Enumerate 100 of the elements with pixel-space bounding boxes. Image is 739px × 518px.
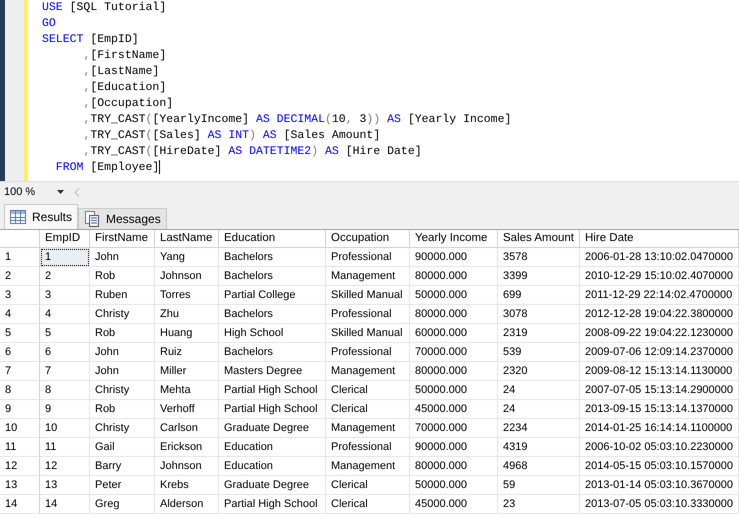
table-cell: Professional [326, 438, 410, 457]
table-cell: 60000.000 [410, 324, 498, 343]
table-cell: 9 [40, 400, 90, 419]
row-number[interactable]: 7 [0, 362, 40, 381]
table-cell: Management [326, 267, 410, 286]
table-cell: 2014-01-25 16:14:14.1100000 [580, 419, 739, 438]
table-cell: Education [219, 457, 326, 476]
table-cell: Miller [155, 362, 219, 381]
table-cell: Rob [90, 267, 155, 286]
table-cell: Rob [90, 400, 155, 419]
table-cell: 11 [40, 438, 90, 457]
row-number[interactable]: 6 [0, 343, 40, 362]
row-number[interactable]: 11 [0, 438, 40, 457]
table-cell: Erickson [155, 438, 219, 457]
table-cell: 2012-12-28 19:04:22.3800000 [580, 305, 739, 324]
table-cell: 80000.000 [410, 362, 498, 381]
code-line: SELECT [EmpID] [42, 32, 140, 48]
table-cell: 4 [40, 305, 90, 324]
row-number[interactable]: 4 [0, 305, 40, 324]
table-cell: Graduate Degree [219, 476, 326, 495]
scroll-left-icon[interactable] [74, 188, 80, 196]
table-cell: Ruben [90, 286, 155, 305]
code-line: ,[Education] [82, 80, 168, 96]
table-cell: 2008-09-22 19:04:22.1230000 [580, 324, 739, 343]
table-cell: John [90, 343, 155, 362]
table-cell: 24 [498, 400, 580, 419]
table-cell: 80000.000 [410, 305, 498, 324]
messages-tab[interactable]: Messages [78, 208, 167, 229]
column-header[interactable]: Occupation [326, 230, 410, 248]
table-cell: 90000.000 [410, 438, 498, 457]
table-cell: Partial High School [219, 400, 326, 419]
table-cell: Johnson [155, 457, 219, 476]
row-number[interactable]: 13 [0, 476, 40, 495]
row-number[interactable]: 12 [0, 457, 40, 476]
table-cell: 539 [498, 343, 580, 362]
table-cell: Mehta [155, 381, 219, 400]
column-header[interactable]: Yearly Income [410, 230, 498, 248]
table-cell: Partial High School [219, 381, 326, 400]
table-cell: 80000.000 [410, 267, 498, 286]
code-line: ,TRY_CAST([YearlyIncome] AS DECIMAL(10, 3)) AS [Yearly Income] [82, 112, 512, 128]
table-cell: Masters Degree [219, 362, 326, 381]
table-cell: 90000.000 [410, 248, 498, 267]
table-cell: 2007-07-05 15:13:14.2900000 [580, 381, 739, 400]
table-cell: 2013-07-05 05:03:10.3330000 [580, 495, 739, 514]
table-cell: Gail [90, 438, 155, 457]
table-cell: High School [219, 324, 326, 343]
table-cell: 6 [40, 343, 90, 362]
table-cell: 2013-01-14 05:03:10.3670000 [580, 476, 739, 495]
column-header[interactable]: Education [219, 230, 326, 248]
table-cell: Bachelors [219, 343, 326, 362]
table-cell: Bachelors [219, 305, 326, 324]
table-cell: 3 [40, 286, 90, 305]
code-line: ,TRY_CAST([Sales] AS INT) AS [Sales Amount] [82, 128, 382, 144]
row-number[interactable]: 5 [0, 324, 40, 343]
code-line: USE [SQL Tutorial] [42, 0, 168, 16]
table-cell: Clerical [326, 400, 410, 419]
table-cell: 7 [40, 362, 90, 381]
table-cell: 50000.000 [410, 286, 498, 305]
table-cell: Zhu [155, 305, 219, 324]
column-header[interactable]: EmpID [40, 230, 90, 248]
table-cell: 14 [40, 495, 90, 514]
table-cell: Management [326, 457, 410, 476]
table-cell: Christy [90, 419, 155, 438]
table-cell: 2319 [498, 324, 580, 343]
table-cell: 2014-05-15 05:03:10.1570000 [580, 457, 739, 476]
zoom-dropdown[interactable]: 100 % [4, 184, 68, 200]
table-cell: 50000.000 [410, 476, 498, 495]
table-cell: 2006-01-28 13:10:02.0470000 [580, 248, 739, 267]
row-number[interactable]: 10 [0, 419, 40, 438]
column-header[interactable]: LastName [155, 230, 219, 248]
code-line: FROM [Employee] [54, 160, 162, 176]
table-cell: Huang [155, 324, 219, 343]
table-cell: Clerical [326, 476, 410, 495]
table-cell: Management [326, 419, 410, 438]
table-cell: 3078 [498, 305, 580, 324]
table-cell: Verhoff [155, 400, 219, 419]
column-header[interactable]: Hire Date [580, 230, 739, 248]
row-number[interactable]: 2 [0, 267, 40, 286]
table-cell: Management [326, 362, 410, 381]
table-cell: 45000.000 [410, 400, 498, 419]
row-number[interactable]: 9 [0, 400, 40, 419]
table-cell: 2006-10-02 05:03:10.2230000 [580, 438, 739, 457]
row-number[interactable]: 1 [0, 248, 40, 267]
table-cell: 80000.000 [410, 457, 498, 476]
row-number[interactable]: 14 [0, 495, 40, 514]
row-number[interactable]: 3 [0, 286, 40, 305]
code-line: GO [42, 16, 57, 32]
code-line: ,[Occupation] [82, 96, 174, 112]
table-cell: Partial High School [219, 495, 326, 514]
row-number[interactable]: 8 [0, 381, 40, 400]
table-cell: Education [219, 438, 326, 457]
table-cell: 1 [40, 248, 90, 267]
column-header[interactable]: FirstName [90, 230, 155, 248]
column-header[interactable]: Sales Amount [498, 230, 580, 248]
results-tab[interactable]: Results [4, 204, 78, 229]
table-cell: 2011-12-29 22:14:02.4700000 [580, 286, 739, 305]
table-cell: Clerical [326, 495, 410, 514]
table-cell: Greg [90, 495, 155, 514]
table-cell: Professional [326, 248, 410, 267]
table-cell: 13 [40, 476, 90, 495]
